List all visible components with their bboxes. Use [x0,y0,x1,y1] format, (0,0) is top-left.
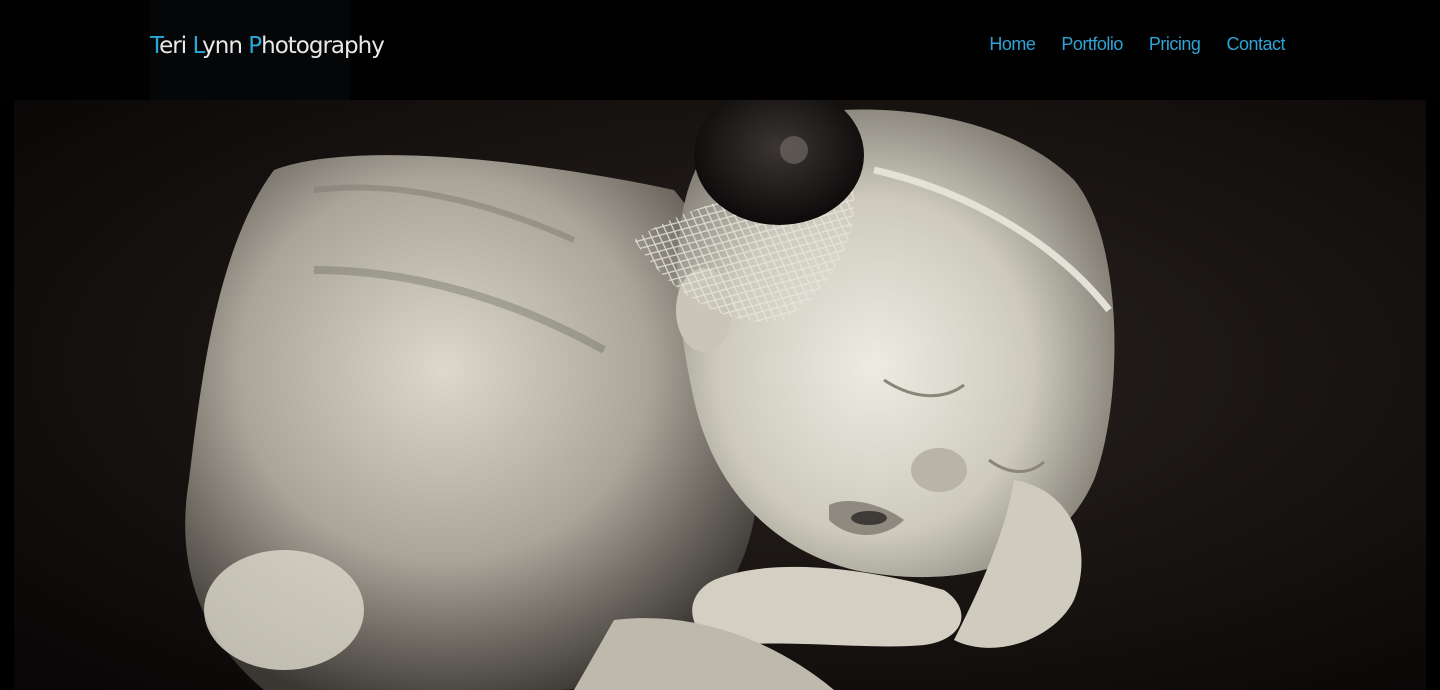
nav-item-pricing[interactable]: Pricing [1149,34,1201,55]
logo-word-3: Photography [248,33,385,59]
hero-image [14,100,1426,690]
logo-word-1: Teri [150,33,193,59]
site-header: Teri Lynn Photography Home Portfolio Pri… [0,0,1440,100]
logo-word-2: Lynn [192,33,249,59]
sleeping-newborn-photo-icon [14,100,1426,690]
nav-item-home[interactable]: Home [989,34,1036,55]
nav-item-portfolio[interactable]: Portfolio [1061,34,1123,55]
site-logo[interactable]: Teri Lynn Photography [150,30,385,62]
main-nav: Home Portfolio Pricing Contact [963,34,1285,55]
nav-item-contact[interactable]: Contact [1226,34,1285,55]
